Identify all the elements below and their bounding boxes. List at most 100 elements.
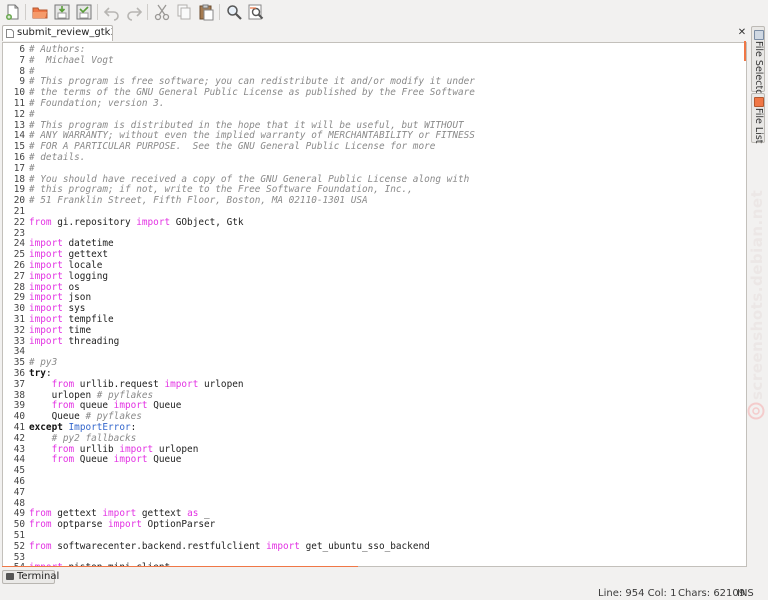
code-line[interactable]: 19 # this program; if not, write to the F… [3, 184, 746, 195]
code-line[interactable]: 33 import threading [3, 336, 746, 347]
code-text: from Queue import Queue [51, 454, 182, 466]
code-line[interactable]: 41 except ImportError: [3, 422, 746, 433]
code-line[interactable]: 26 import locale [3, 260, 746, 271]
code-text: # [29, 108, 35, 120]
copy-icon[interactable] [175, 3, 193, 21]
code-text: import locale [29, 260, 103, 271]
side-tab-file-selector[interactable]: File Selector [751, 26, 765, 99]
save-all-icon[interactable] [75, 3, 93, 21]
line-number: 17 [13, 162, 25, 174]
code-line[interactable]: 32 import time [3, 325, 746, 336]
code-line[interactable]: 47 [3, 487, 746, 498]
code-line[interactable]: 44 from Queue import Queue [3, 454, 746, 465]
code-line[interactable]: 46 [3, 476, 746, 487]
code-line[interactable]: 10 # the terms of the GNU General Public … [3, 87, 746, 98]
code-line[interactable]: 35 # py3 [3, 357, 746, 368]
code-line[interactable]: 15 # FOR A PARTICULAR PURPOSE. See the GN… [3, 141, 746, 152]
code-line[interactable]: 48 [3, 498, 746, 509]
code-line[interactable]: 20 # 51 Franklin Street, Fifth Floor, Bos… [3, 195, 746, 206]
line-number: 16 [13, 152, 25, 163]
line-number: 42 [13, 432, 25, 444]
side-tab-file-list[interactable]: File List [751, 93, 765, 144]
code-line[interactable]: 27 import logging [3, 271, 746, 282]
watermark: screenshots.debian.net [748, 189, 766, 400]
code-line[interactable]: 40 Queue # pyflakes [3, 411, 746, 422]
code-line[interactable]: 29 import json [3, 292, 746, 303]
code-line[interactable]: 25 import gettext [3, 249, 746, 260]
code-line[interactable]: 12 # [3, 109, 746, 120]
open-file-icon[interactable] [31, 3, 49, 21]
document-tab-bar: submit_review_gtk3.py ✕ [0, 24, 768, 42]
line-number: 51 [13, 530, 25, 541]
line-number: 27 [13, 270, 25, 282]
code-text: from optparse import OptionParser [29, 519, 216, 531]
cut-icon[interactable] [153, 3, 171, 21]
new-file-icon[interactable] [4, 3, 22, 21]
paste-icon[interactable] [197, 3, 215, 21]
line-number: 9 [19, 76, 25, 88]
char-count: Chars: 62109 [678, 588, 746, 599]
code-line[interactable]: 34 [3, 346, 746, 357]
code-lines[interactable]: 6 # Authors: 7 # Michael Vogt 8 #9 # This prog… [3, 43, 746, 566]
line-number: 48 [13, 497, 25, 509]
line-number: 39 [13, 400, 25, 412]
code-line[interactable]: 37 from urllib.request import urlopen [3, 379, 746, 390]
code-line[interactable]: 11 # Foundation; version 3. [3, 98, 746, 109]
line-number: 49 [13, 508, 25, 520]
code-line[interactable]: 17 # [3, 163, 746, 174]
code-line[interactable]: 52 from softwarecenter.backend.restfulcli… [3, 541, 746, 552]
line-number: 40 [13, 411, 25, 423]
line-number: 25 [13, 249, 25, 261]
code-line[interactable]: 43 from urllib import urlopen [3, 444, 746, 455]
code-line[interactable]: 9 # This program is free software; you ca… [3, 76, 746, 87]
code-line[interactable]: 42 # py2 fallbacks [3, 433, 746, 444]
code-line[interactable]: 36 try: [3, 368, 746, 379]
replace-icon[interactable] [247, 3, 265, 21]
undo-icon[interactable] [103, 3, 121, 21]
code-line[interactable]: 51 [3, 530, 746, 541]
save-icon[interactable] [53, 3, 71, 21]
code-text: # py3 [29, 357, 58, 369]
code-line[interactable]: 38 urlopen # pyflakes [3, 390, 746, 401]
code-line[interactable]: 23 [3, 228, 746, 239]
line-number: 21 [13, 206, 25, 217]
code-line[interactable]: 50 from optparse import OptionParser [3, 519, 746, 530]
scroll-position-marker[interactable] [744, 41, 746, 61]
code-line[interactable]: 8 # [3, 66, 746, 77]
redo-icon[interactable] [125, 3, 143, 21]
code-editor[interactable]: 6 # Authors: 7 # Michael Vogt 8 #9 # This prog… [2, 42, 747, 567]
code-line[interactable]: 14 # ANY WARRANTY; without even the impli… [3, 130, 746, 141]
status-bar: Line: 954 Col: 1 Chars: 62109 INS [0, 587, 768, 600]
code-line[interactable]: 22 from gi.repository import GObject, Gtk [3, 217, 746, 228]
code-text: # This program is distributed in the hop… [29, 119, 464, 131]
code-line[interactable]: 18 # You should have received a copy of t… [3, 174, 746, 185]
code-line[interactable]: 7 # Michael Vogt [3, 55, 746, 66]
code-line[interactable]: 45 [3, 465, 746, 476]
code-line[interactable]: 39 from queue import Queue [3, 400, 746, 411]
code-line[interactable]: 24 import datetime [3, 238, 746, 249]
find-icon[interactable] [225, 3, 243, 21]
line-number: 50 [13, 519, 25, 531]
code-line[interactable]: 31 import tempfile [3, 314, 746, 325]
code-text: Queue # pyflakes [29, 411, 142, 423]
code-line[interactable]: 6 # Authors: [3, 44, 746, 55]
code-line[interactable]: 13 # This program is distributed in the h… [3, 120, 746, 131]
document-tab[interactable]: submit_review_gtk3.py [2, 25, 113, 41]
code-line[interactable]: 21 [3, 206, 746, 217]
code-line[interactable]: 49 from gettext import gettext as _ [3, 508, 746, 519]
code-text: import datetime [29, 238, 114, 250]
line-number: 52 [13, 540, 25, 552]
line-number: 23 [13, 227, 25, 239]
code-line[interactable]: 16 # details. [3, 152, 746, 163]
code-line[interactable]: 30 import sys [3, 303, 746, 314]
line-number: 14 [13, 130, 25, 142]
toolbar [0, 0, 768, 24]
line-number: 15 [13, 141, 25, 153]
code-line[interactable]: 53 [3, 552, 746, 563]
terminal-tab[interactable]: Terminal [2, 570, 59, 584]
line-number: 31 [13, 314, 25, 325]
side-tab-file-list-label: File List [753, 108, 764, 144]
line-number: 11 [13, 98, 25, 109]
code-line[interactable]: 28 import os [3, 282, 746, 293]
close-icon[interactable]: ✕ [736, 27, 748, 39]
